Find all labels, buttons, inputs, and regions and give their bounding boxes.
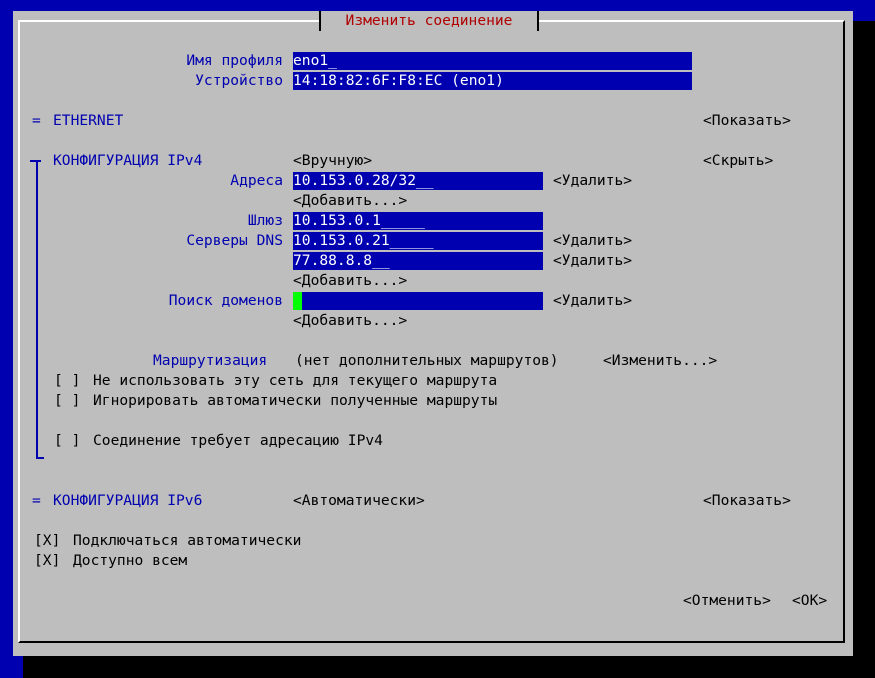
ipv4-section-label: КОНФИГУРАЦИЯ IPv4 xyxy=(53,152,203,169)
routing-value: (нет дополнительных маршрутов) xyxy=(295,352,559,369)
all-users-label: Доступно всем xyxy=(73,552,188,569)
address-remove-button[interactable]: <Удалить> xyxy=(553,171,632,191)
ethernet-show-button[interactable]: <Показать> xyxy=(703,111,791,131)
dns-label: Серверы DNS xyxy=(186,232,283,249)
autoconnect-checkbox[interactable]: [X] xyxy=(34,531,60,551)
profile-name-field[interactable]: eno1_ xyxy=(293,52,692,70)
dns-1-remove-button[interactable]: <Удалить> xyxy=(553,231,632,251)
dialog-title: Изменить соединение xyxy=(319,11,539,31)
address-add-button[interactable]: <Добавить...> xyxy=(293,191,407,211)
dns-field-2[interactable]: 77.88.8.8__ xyxy=(293,252,543,270)
edit-connection-dialog: Изменить соединение Имя профиля eno1_ Ус… xyxy=(13,11,853,656)
device-field[interactable]: 14:18:82:6F:F8:EC (eno1) xyxy=(293,72,692,90)
ipv4-bracket-bottom xyxy=(36,457,44,459)
ok-button[interactable]: <OK> xyxy=(792,591,827,611)
routing-edit-button[interactable]: <Изменить...> xyxy=(603,351,717,371)
dns-add-button[interactable]: <Добавить...> xyxy=(293,271,407,291)
ipv6-show-button[interactable]: <Показать> xyxy=(703,491,791,511)
ipv6-collapse-icon: = xyxy=(32,492,41,509)
ignore-routes-checkbox[interactable]: [ ] xyxy=(54,391,80,411)
text-cursor xyxy=(293,292,302,310)
ipv4-bracket-line xyxy=(36,162,38,459)
search-domains-label: Поиск доменов xyxy=(168,292,283,309)
ignore-routes-label: Игнорировать автоматически полученные ма… xyxy=(93,392,498,409)
ethernet-collapse-icon: = xyxy=(32,112,41,129)
addresses-label: Адреса xyxy=(230,172,283,189)
ipv4-hide-button[interactable]: <Скрыть> xyxy=(703,151,773,171)
ethernet-section-label: ETHERNET xyxy=(53,112,124,129)
dns-2-remove-button[interactable]: <Удалить> xyxy=(553,251,632,271)
dns-field-1[interactable]: 10.153.0.21_____ xyxy=(293,232,543,250)
never-default-label: Не использовать эту сеть для текущего ма… xyxy=(93,372,498,389)
gateway-field[interactable]: 10.153.0.1_____ xyxy=(293,212,543,230)
ipv6-mode-select[interactable]: <Автоматически> xyxy=(293,491,425,511)
all-users-checkbox[interactable]: [X] xyxy=(34,551,60,571)
require-ipv4-label: Соединение требует адресацию IPv4 xyxy=(93,432,383,449)
require-ipv4-checkbox[interactable]: [ ] xyxy=(54,431,80,451)
search-add-button[interactable]: <Добавить...> xyxy=(293,311,407,331)
search-domains-field[interactable] xyxy=(293,292,543,310)
cancel-button[interactable]: <Отменить> xyxy=(683,591,771,611)
device-label: Устройство xyxy=(195,72,283,89)
routing-label: Маршрутизация xyxy=(153,352,268,369)
search-remove-button[interactable]: <Удалить> xyxy=(553,291,632,311)
gateway-label: Шлюз xyxy=(247,212,283,229)
autoconnect-label: Подключаться автоматически xyxy=(73,532,302,549)
never-default-checkbox[interactable]: [ ] xyxy=(54,371,80,391)
profile-name-label: Имя профиля xyxy=(186,52,283,69)
address-field[interactable]: 10.153.0.28/32__ xyxy=(293,172,543,190)
ipv4-mode-select[interactable]: <Вручную> xyxy=(293,151,372,171)
ipv6-section-label: КОНФИГУРАЦИЯ IPv6 xyxy=(53,492,203,509)
